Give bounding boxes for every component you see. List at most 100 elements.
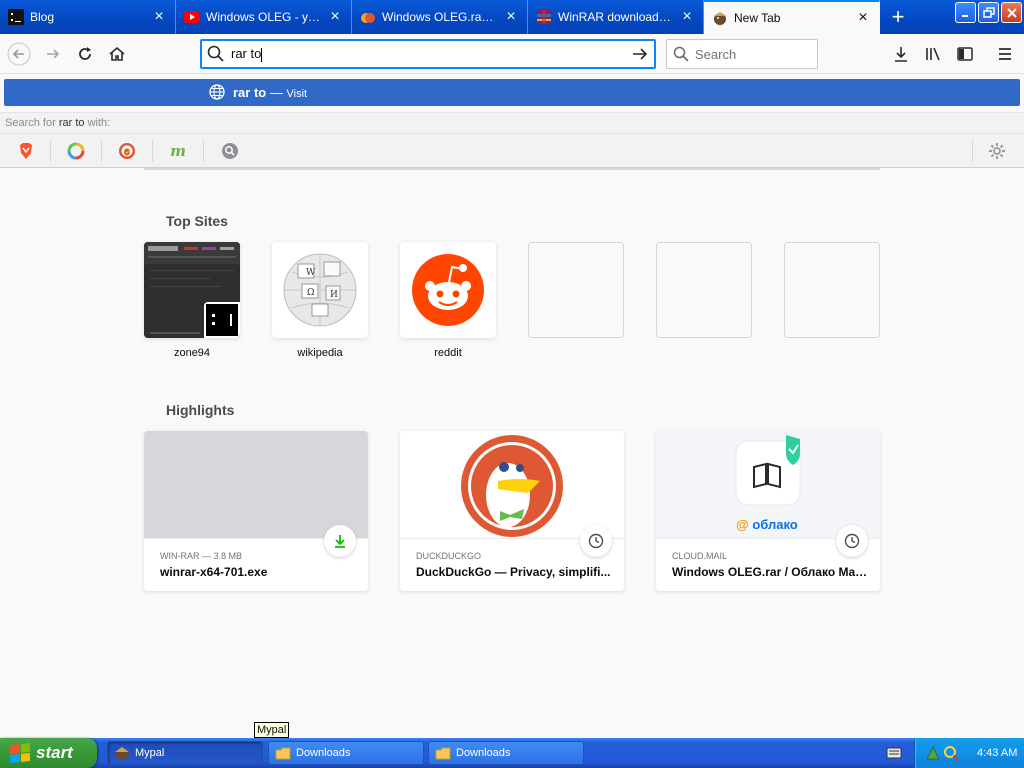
highlights-heading: Highlights bbox=[166, 402, 235, 418]
sidebar-button[interactable] bbox=[950, 39, 980, 69]
home-button[interactable] bbox=[102, 39, 132, 69]
tab-title: Blog bbox=[30, 10, 55, 24]
highlight-context: DUCKDUCKGO bbox=[416, 551, 482, 561]
autocomplete-query: rar to bbox=[233, 85, 267, 100]
text-caret bbox=[261, 47, 263, 62]
top-site-empty[interactable] bbox=[784, 242, 880, 338]
youtube-favicon-icon bbox=[184, 9, 200, 25]
tab-title: WinRAR download free ... bbox=[558, 10, 673, 24]
start-button[interactable]: start bbox=[0, 738, 97, 768]
brave-icon[interactable] bbox=[17, 142, 35, 160]
svg-text:И: И bbox=[330, 290, 338, 300]
search-settings-button[interactable] bbox=[988, 142, 1006, 163]
forward-arrow-icon bbox=[47, 49, 60, 59]
engine-separator bbox=[152, 140, 153, 162]
top-site-zone94[interactable]: zone94 bbox=[144, 242, 240, 359]
address-bar-input[interactable]: rar to bbox=[231, 46, 625, 62]
search-bar-placeholder: Search bbox=[695, 46, 737, 62]
terminal-icon bbox=[204, 302, 240, 338]
top-site-reddit[interactable]: reddit bbox=[400, 242, 496, 359]
autocomplete-visit-row[interactable]: rar to — Visit bbox=[4, 79, 1020, 106]
tab-close-icon[interactable]: × bbox=[151, 9, 167, 25]
search-bar[interactable]: Search bbox=[666, 39, 818, 69]
network-icon[interactable] bbox=[925, 745, 941, 761]
firefox-favicon-icon bbox=[712, 10, 728, 26]
address-bar[interactable]: rar to bbox=[200, 39, 656, 69]
downloads-button[interactable] bbox=[886, 39, 916, 69]
tab-cloud-mail[interactable]: Windows OLEG.rar / Об... × bbox=[352, 0, 528, 34]
top-site-empty[interactable] bbox=[656, 242, 752, 338]
duckduckgo-logo-icon bbox=[461, 435, 563, 537]
download-icon bbox=[324, 525, 356, 557]
cloud-mail-favicon-icon bbox=[360, 9, 376, 25]
close-window-button[interactable] bbox=[1001, 2, 1022, 23]
new-tab-button[interactable]: + bbox=[880, 0, 916, 34]
tab-new-tab[interactable]: New Tab × bbox=[704, 0, 880, 34]
taskbar-tooltip: Mypal bbox=[254, 722, 290, 738]
highlight-card-duckduckgo[interactable]: DUCKDUCKGO DuckDuckGo — Privacy, simplif… bbox=[400, 431, 624, 591]
menu-button[interactable] bbox=[990, 39, 1020, 69]
taskbar-item-downloads[interactable]: Downloads bbox=[428, 741, 584, 765]
tab-title: Windows OLEG - устано... bbox=[206, 10, 321, 24]
restore-button[interactable] bbox=[978, 2, 999, 23]
highlight-title: winrar-x64-701.exe bbox=[160, 565, 268, 579]
engine-separator bbox=[203, 140, 204, 162]
tab-close-icon[interactable]: × bbox=[327, 9, 343, 25]
tab-close-icon[interactable]: × bbox=[855, 10, 871, 26]
go-button[interactable] bbox=[625, 45, 655, 63]
search-for-label: Search for rar to with: bbox=[0, 112, 1024, 134]
highlight-context: CLOUD.MAIL bbox=[672, 551, 728, 561]
go-arrow-icon bbox=[633, 48, 648, 60]
highlight-title: DuckDuckGo — Privacy, simplifi... bbox=[416, 565, 611, 579]
system-tray: 4:43 AM bbox=[914, 738, 1024, 768]
gear-icon bbox=[989, 143, 1005, 159]
library-icon bbox=[926, 47, 940, 61]
tab-youtube[interactable]: Windows OLEG - устано... × bbox=[176, 0, 352, 34]
tab-title: New Tab bbox=[734, 11, 781, 25]
taskbar-item-downloads[interactable]: Downloads bbox=[268, 741, 424, 765]
keyboard-icon[interactable] bbox=[886, 746, 902, 763]
tab-blog[interactable]: Blog × bbox=[0, 0, 176, 34]
search-tray-icon[interactable] bbox=[943, 745, 959, 761]
reload-button[interactable] bbox=[70, 39, 100, 69]
clock-icon bbox=[836, 525, 868, 557]
taskbar-item-label: Downloads bbox=[296, 747, 351, 759]
folder-icon bbox=[435, 746, 451, 760]
tab-close-icon[interactable]: × bbox=[503, 9, 519, 25]
wikipedia-globe-icon: W Ω И bbox=[283, 253, 357, 327]
duckduckgo-icon[interactable] bbox=[118, 142, 136, 160]
plus-icon: + bbox=[891, 4, 905, 29]
clock-icon bbox=[580, 525, 612, 557]
clock[interactable]: 4:43 AM bbox=[977, 747, 1017, 759]
globe-icon bbox=[209, 84, 225, 103]
autocomplete-separator: — bbox=[269, 85, 283, 100]
tab-winrar[interactable]: WinRAR download free ... × bbox=[528, 0, 704, 34]
highlight-card-cloud-mail[interactable]: @ облако CLOUD.MAIL Windows OLEG.rar / О… bbox=[656, 431, 880, 591]
one-off-search-engines: m bbox=[0, 134, 1024, 168]
forward-button[interactable] bbox=[38, 39, 68, 69]
search-engine-icon[interactable] bbox=[221, 142, 239, 160]
reload-icon bbox=[79, 47, 91, 60]
highlight-card-winrar[interactable]: WIN-RAR — 3.8 MB winrar-x64-701.exe bbox=[144, 431, 368, 591]
window-controls bbox=[955, 2, 1022, 23]
mypal-icon bbox=[114, 746, 130, 760]
top-site-empty[interactable] bbox=[528, 242, 624, 338]
top-site-thumbnail bbox=[400, 242, 496, 338]
terminal-favicon-icon bbox=[8, 9, 24, 25]
search-for-prefix: Search for bbox=[5, 117, 56, 129]
start-label: start bbox=[36, 743, 73, 762]
qwant-icon[interactable] bbox=[67, 142, 85, 160]
mail-ru-icon[interactable]: m bbox=[169, 142, 187, 160]
highlight-preview bbox=[400, 431, 624, 539]
minimize-icon bbox=[961, 14, 968, 17]
taskbar-item-mypal[interactable]: Mypal bbox=[107, 741, 263, 765]
search-for-suffix: with: bbox=[87, 117, 111, 129]
top-site-wikipedia[interactable]: W Ω И wikipedia bbox=[272, 242, 368, 359]
library-button[interactable] bbox=[918, 39, 948, 69]
tab-close-icon[interactable]: × bbox=[679, 9, 695, 25]
address-bar-value: rar to bbox=[231, 46, 262, 62]
taskbar-item-label: Downloads bbox=[456, 747, 511, 759]
minimize-button[interactable] bbox=[955, 2, 976, 23]
winrar-favicon-icon bbox=[536, 9, 552, 25]
back-button[interactable] bbox=[4, 39, 34, 69]
